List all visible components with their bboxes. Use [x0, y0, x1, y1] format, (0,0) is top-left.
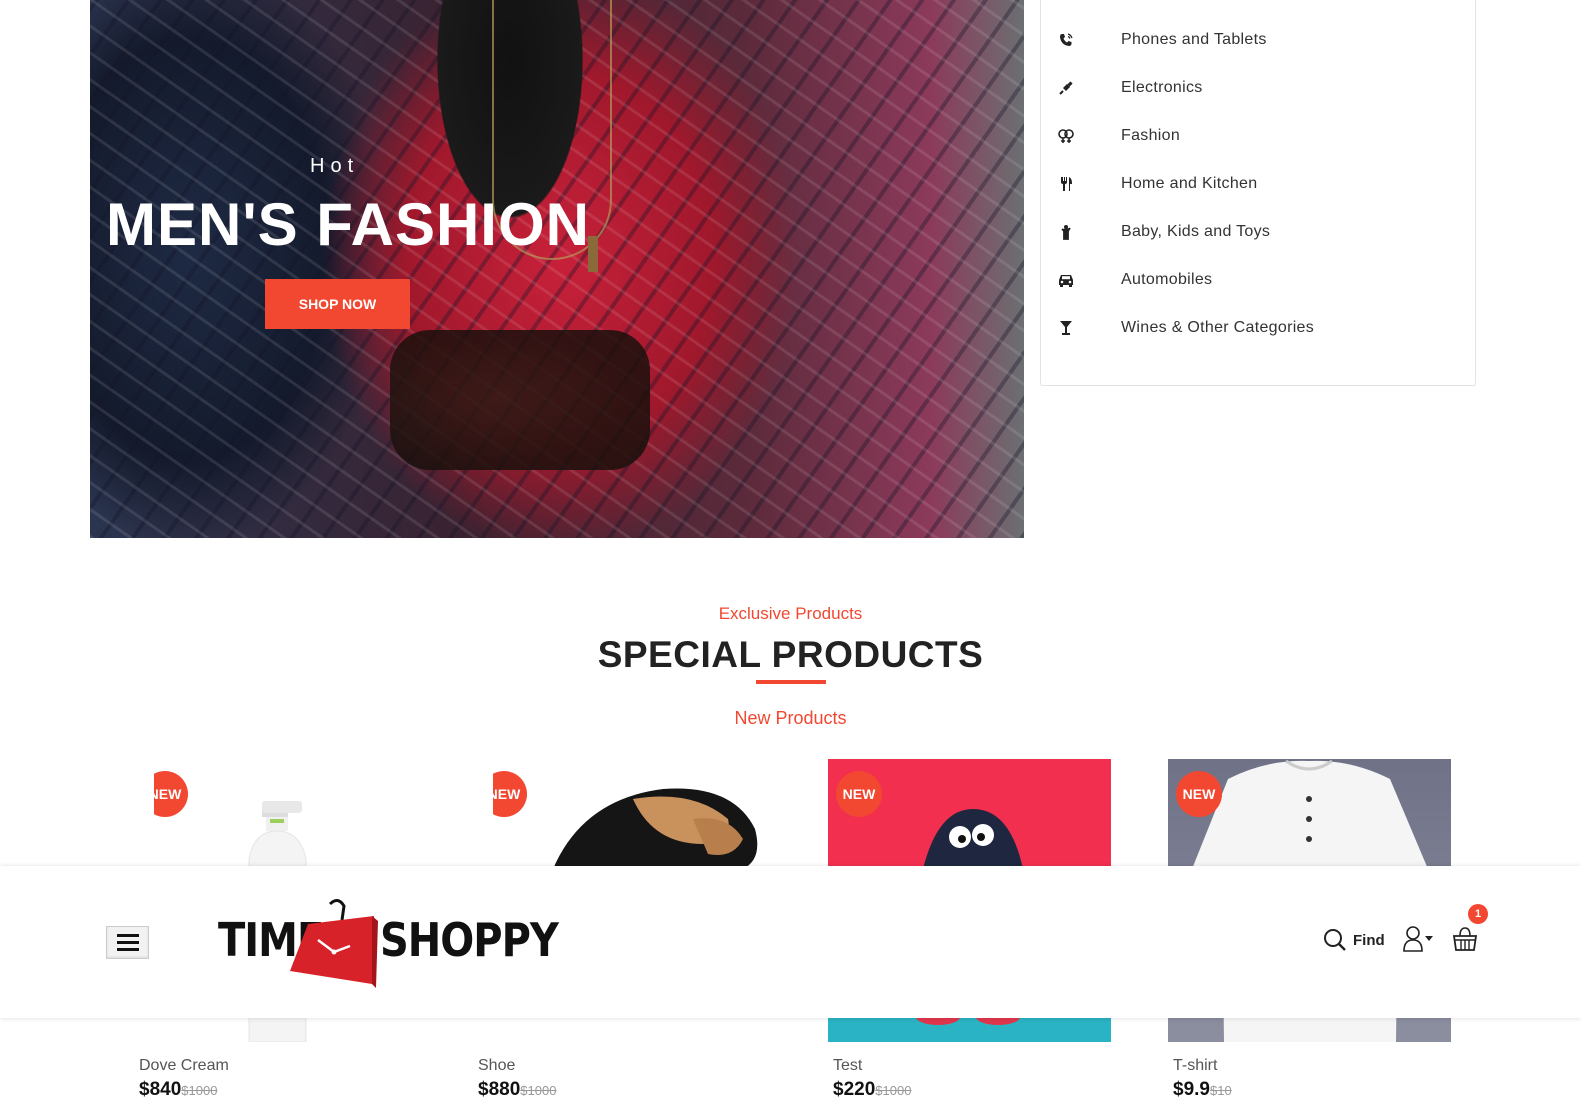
- new-badge: NEW: [836, 771, 882, 817]
- category-item-fashion[interactable]: Fashion: [1057, 121, 1180, 151]
- phone-icon: [1057, 31, 1075, 49]
- product-name[interactable]: T-shirt: [1173, 1057, 1217, 1075]
- shopping-bag-icon: [290, 899, 378, 988]
- product-name[interactable]: Test: [833, 1057, 862, 1075]
- category-label: Automobiles: [1121, 271, 1213, 288]
- new-badge: NEW: [1176, 771, 1222, 817]
- section-kicker: Exclusive Products: [718, 604, 863, 623]
- menu-bar: [116, 948, 139, 951]
- child-icon: [1057, 223, 1075, 241]
- old-price: $1000: [520, 1083, 557, 1098]
- old-price: $1000: [875, 1083, 912, 1098]
- title-underline: [756, 680, 826, 684]
- category-label: Phones and Tablets: [1121, 31, 1267, 48]
- current-price: $840: [139, 1079, 182, 1100]
- section-title: SPECIAL PRODUCTS: [597, 634, 984, 675]
- category-item-home-kitchen[interactable]: Home and Kitchen: [1057, 169, 1257, 199]
- category-label: Baby, Kids and Toys: [1121, 223, 1271, 240]
- category-label: Wines & Other Categories: [1121, 319, 1315, 336]
- find-label: Find: [1353, 931, 1385, 949]
- product-price: $880$1000: [478, 1079, 556, 1101]
- category-item-electronics[interactable]: Electronics: [1057, 73, 1203, 103]
- hamburger-menu-button[interactable]: [106, 926, 149, 959]
- basket-icon: [1452, 927, 1478, 951]
- logo-text-right: SHOPPY: [380, 914, 559, 968]
- category-label: Home and Kitchen: [1121, 175, 1258, 192]
- gender-icon: [1057, 127, 1075, 145]
- menu-bar: [116, 934, 139, 937]
- product-name[interactable]: Dove Cream: [139, 1057, 229, 1075]
- category-item-wines[interactable]: Wines & Other Categories: [1057, 313, 1314, 343]
- hero-kicker: Hot: [310, 155, 360, 177]
- current-price: $220: [833, 1079, 876, 1100]
- category-item-phones[interactable]: Phones and Tablets: [1057, 25, 1267, 55]
- hero-banner: Hot MEN'S FASHION SHOP NOW: [90, 0, 1024, 538]
- plug-icon: [1057, 79, 1075, 97]
- product-price: $840$1000: [139, 1079, 217, 1101]
- old-price: $1000: [181, 1083, 218, 1098]
- sticky-header: TIME SHOPPY Find 1: [0, 866, 1581, 1018]
- category-item-automobiles[interactable]: Automobiles: [1057, 265, 1212, 295]
- glass-icon: [1057, 319, 1075, 337]
- shop-now-button[interactable]: SHOP NOW: [265, 279, 410, 329]
- old-price: $10: [1209, 1083, 1232, 1098]
- cutlery-icon: [1057, 175, 1075, 193]
- product-price: $9.9$10: [1173, 1079, 1232, 1101]
- category-label: Fashion: [1121, 127, 1181, 144]
- user-icon: [1403, 926, 1433, 952]
- product-price: $220$1000: [833, 1079, 911, 1101]
- current-price: $9.9: [1173, 1079, 1210, 1100]
- car-icon: [1057, 271, 1075, 289]
- product-name[interactable]: Shoe: [478, 1057, 515, 1075]
- cart-count-badge: 1: [1468, 904, 1488, 924]
- category-item-baby-kids[interactable]: Baby, Kids and Toys: [1057, 217, 1270, 247]
- account-menu-button[interactable]: [1403, 926, 1435, 957]
- current-price: $880: [478, 1079, 521, 1100]
- find-button[interactable]: Find: [1323, 928, 1385, 952]
- menu-bar: [116, 941, 139, 944]
- cart-button[interactable]: [1452, 926, 1478, 957]
- site-logo[interactable]: TIME SHOPPY: [218, 896, 559, 991]
- hero-hands-decoration: [390, 330, 650, 470]
- category-label: Electronics: [1121, 79, 1203, 96]
- category-menu: Phones and Tablets Electronics Fashion H…: [1040, 0, 1476, 386]
- hero-title: MEN'S FASHION: [106, 191, 590, 258]
- tab-new-products[interactable]: New Products: [0, 708, 1581, 729]
- search-icon: [1324, 929, 1346, 951]
